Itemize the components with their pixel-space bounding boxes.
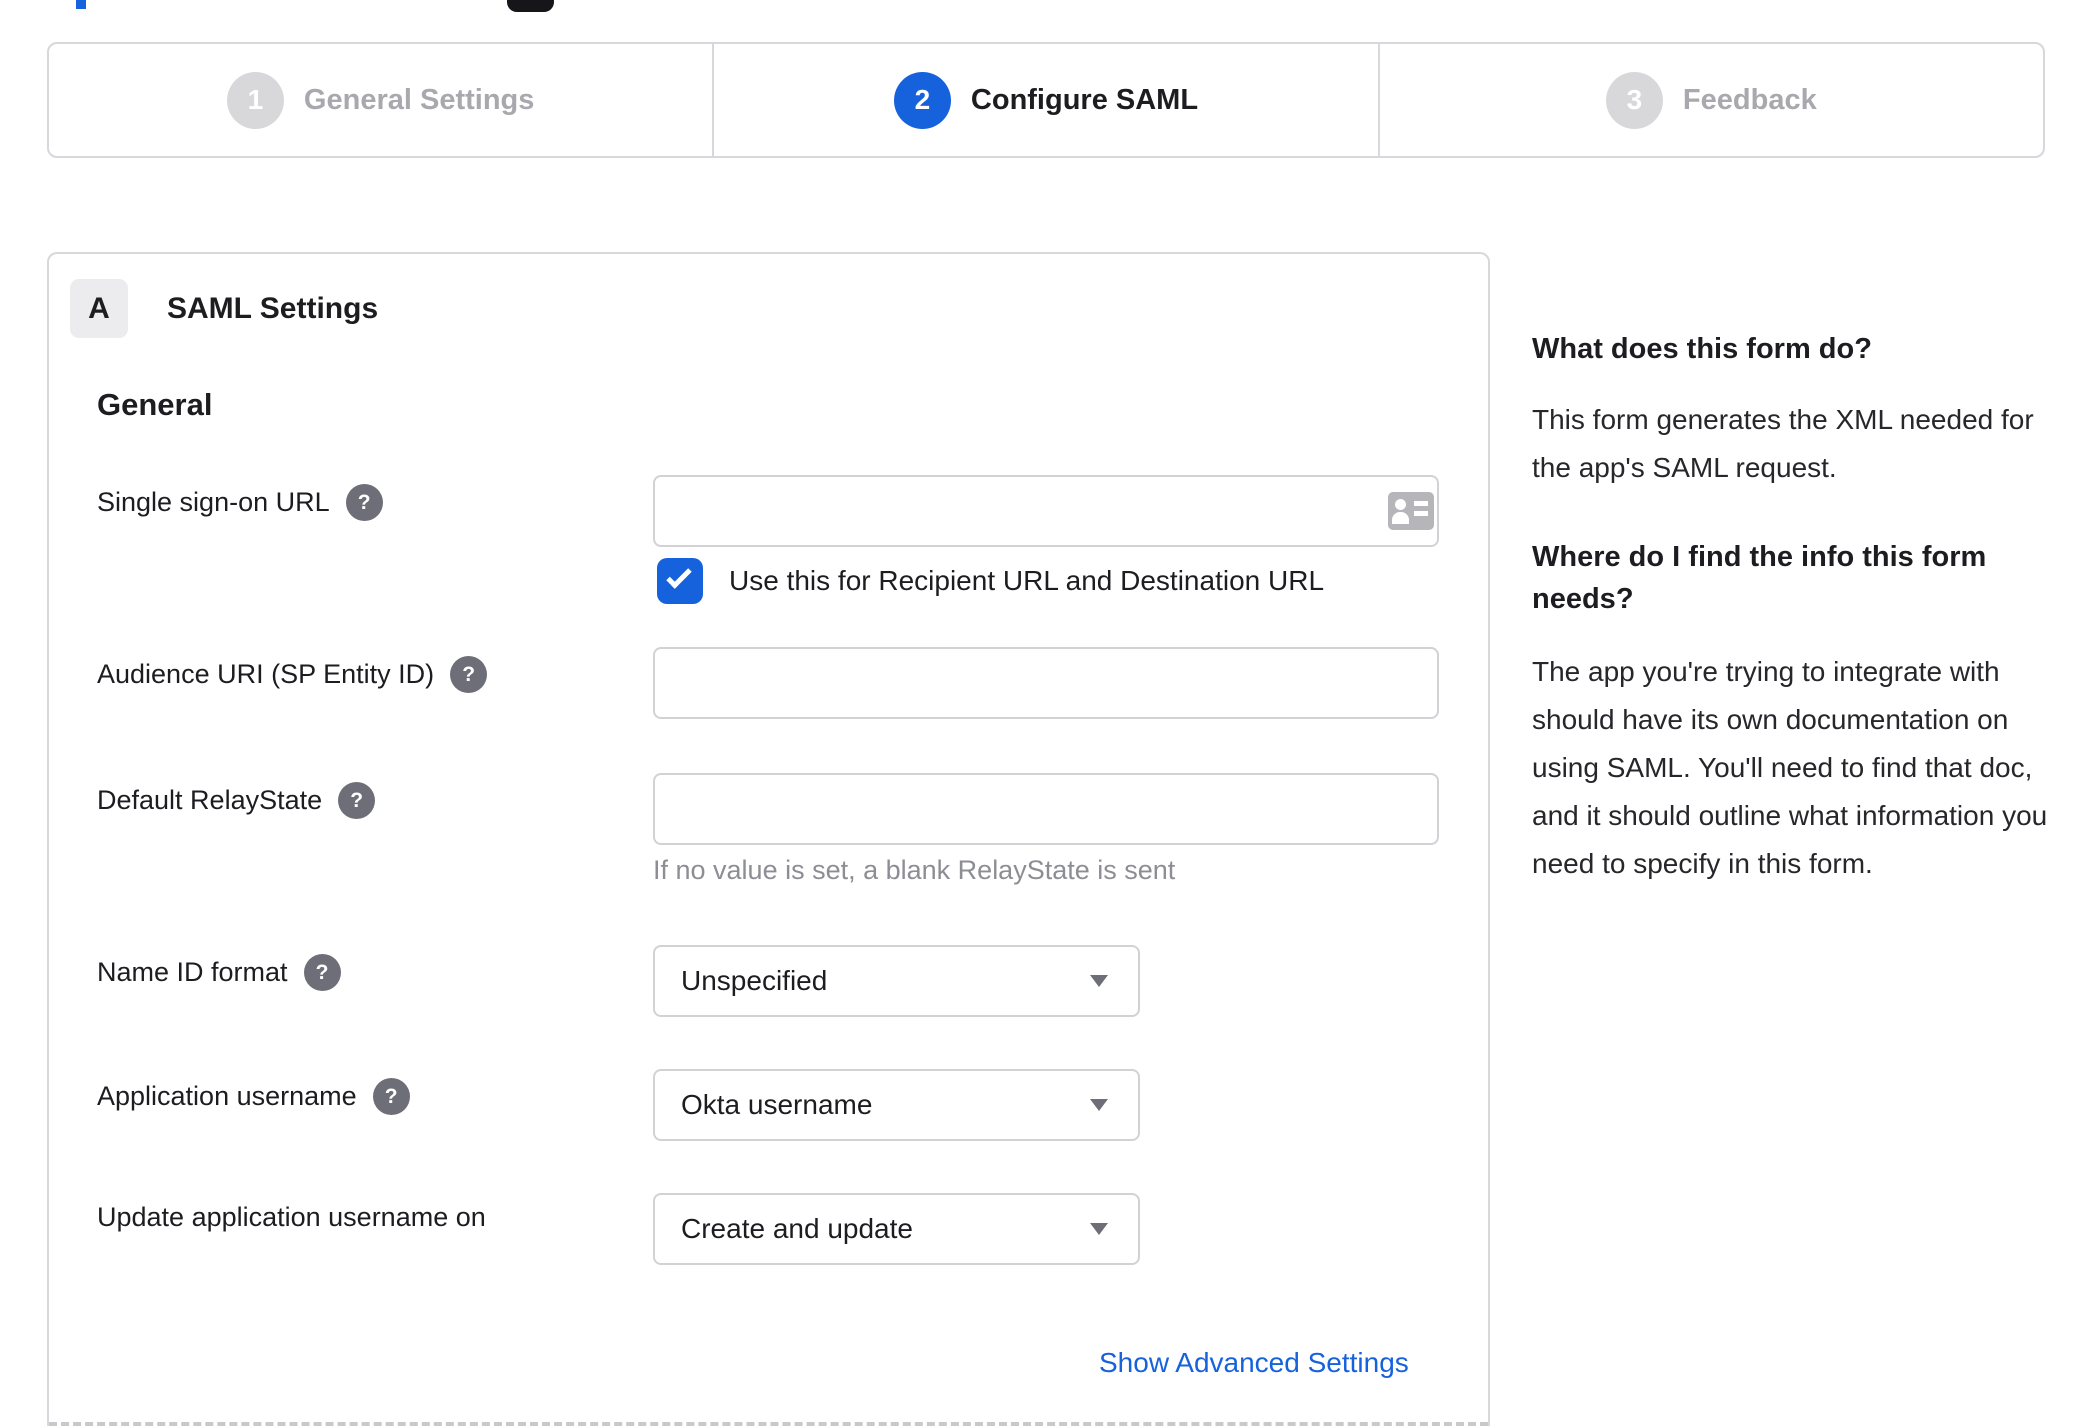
dashed-section-divider xyxy=(49,1422,1488,1426)
help-icon[interactable]: ? xyxy=(450,656,488,693)
show-advanced-settings-link[interactable]: Show Advanced Settings xyxy=(1099,1347,1409,1379)
step-number-badge: 2 xyxy=(893,71,951,129)
section-title: SAML Settings xyxy=(167,292,379,325)
field-label-text: Name ID format xyxy=(97,957,288,987)
group-title-general: General xyxy=(97,387,213,422)
label-audience-uri: Audience URI (SP Entity ID) ? xyxy=(97,656,488,693)
contact-card-icon[interactable] xyxy=(1388,492,1434,530)
help-icon[interactable]: ? xyxy=(338,782,376,819)
field-label-text: Application username xyxy=(97,1081,357,1111)
single-sign-on-url-input[interactable] xyxy=(653,475,1439,547)
cropped-header-fragment-dark xyxy=(507,0,554,12)
update-app-username-select[interactable]: Create and update xyxy=(653,1193,1140,1265)
help-sidebar: What does this form do? This form genera… xyxy=(1532,328,2048,888)
field-label-text: Default RelayState xyxy=(97,785,323,815)
field-label-text: Single sign-on URL xyxy=(97,487,330,517)
step-label: General Settings xyxy=(303,83,535,116)
relaystate-helper-text: If no value is set, a blank RelayState i… xyxy=(653,855,1176,885)
step-label: Configure SAML xyxy=(970,83,1199,116)
dropdown-arrow-icon xyxy=(1090,975,1108,987)
name-id-format-select[interactable]: Unspecified xyxy=(653,945,1140,1017)
application-username-select[interactable]: Okta username xyxy=(653,1069,1140,1141)
card-icon-line xyxy=(1414,501,1428,506)
sidebar-heading-what: What does this form do? xyxy=(1532,333,1872,365)
label-name-id-format: Name ID format ? xyxy=(97,954,341,991)
default-relaystate-input[interactable] xyxy=(653,773,1439,845)
section-a-badge: A xyxy=(70,279,128,338)
label-application-username: Application username ? xyxy=(97,1078,410,1115)
help-icon[interactable]: ? xyxy=(303,954,341,991)
label-default-relaystate: Default RelayState ? xyxy=(97,782,376,819)
checkmark-icon xyxy=(666,563,692,589)
label-single-sign-on-url: Single sign-on URL ? xyxy=(97,484,383,521)
step-label: Feedback xyxy=(1682,83,1817,116)
card-icon-head xyxy=(1395,499,1406,510)
dropdown-arrow-icon xyxy=(1090,1099,1108,1111)
field-label-text: Audience URI (SP Entity ID) xyxy=(97,659,435,689)
sidebar-heading-where: Where do I find the info this form needs… xyxy=(1532,541,1987,615)
select-value: Okta username xyxy=(681,1089,873,1120)
help-icon[interactable]: ? xyxy=(372,1078,410,1115)
wizard-stepper: 1 General Settings 2 Configure SAML 3 Fe… xyxy=(47,42,2045,158)
dropdown-arrow-icon xyxy=(1090,1223,1108,1235)
help-icon[interactable]: ? xyxy=(345,484,383,521)
step-configure-saml[interactable]: 2 Configure SAML xyxy=(712,44,1377,156)
audience-uri-input[interactable] xyxy=(653,647,1439,719)
step-number-badge: 3 xyxy=(1605,71,1663,129)
sidebar-body-what: This form generates the XML needed for t… xyxy=(1532,404,2034,483)
step-feedback[interactable]: 3 Feedback xyxy=(1377,44,2043,156)
field-label-text: Update application username on xyxy=(97,1202,486,1232)
sidebar-body-where: The app you're trying to integrate with … xyxy=(1532,656,2048,879)
step-number-badge: 1 xyxy=(226,71,284,129)
recipient-url-checkbox[interactable] xyxy=(657,558,703,604)
card-icon-body xyxy=(1392,512,1409,524)
recipient-url-checkbox-row: Use this for Recipient URL and Destinati… xyxy=(657,558,1324,604)
select-value: Unspecified xyxy=(681,965,828,996)
step-general-settings[interactable]: 1 General Settings xyxy=(49,44,712,156)
label-update-app-username: Update application username on xyxy=(97,1202,486,1233)
select-value: Create and update xyxy=(681,1213,913,1244)
saml-settings-panel: A SAML Settings General Single sign-on U… xyxy=(47,252,1490,1426)
card-icon-line xyxy=(1414,511,1428,516)
cropped-header-fragment-blue xyxy=(76,0,86,9)
checkbox-label: Use this for Recipient URL and Destinati… xyxy=(729,565,1325,596)
